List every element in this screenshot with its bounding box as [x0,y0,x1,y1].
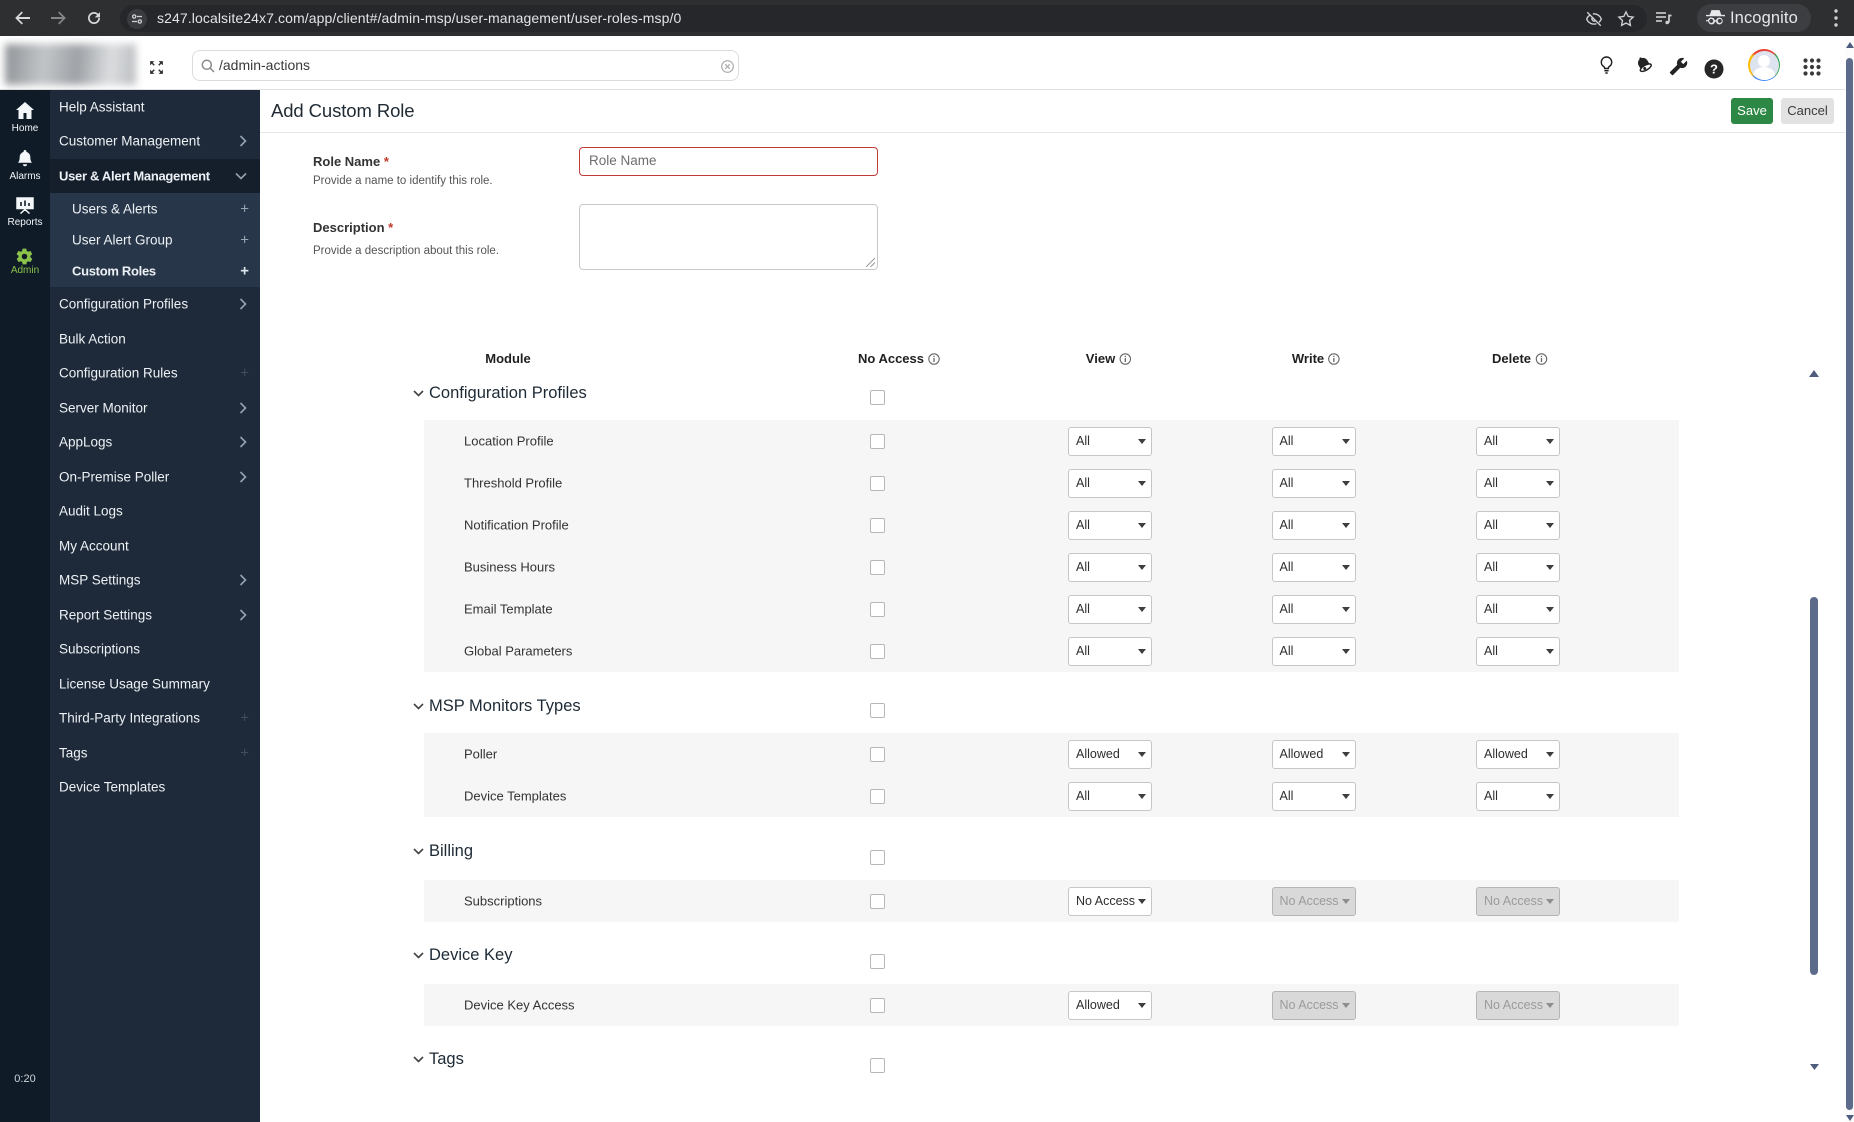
svg-text:?: ? [1710,62,1718,77]
